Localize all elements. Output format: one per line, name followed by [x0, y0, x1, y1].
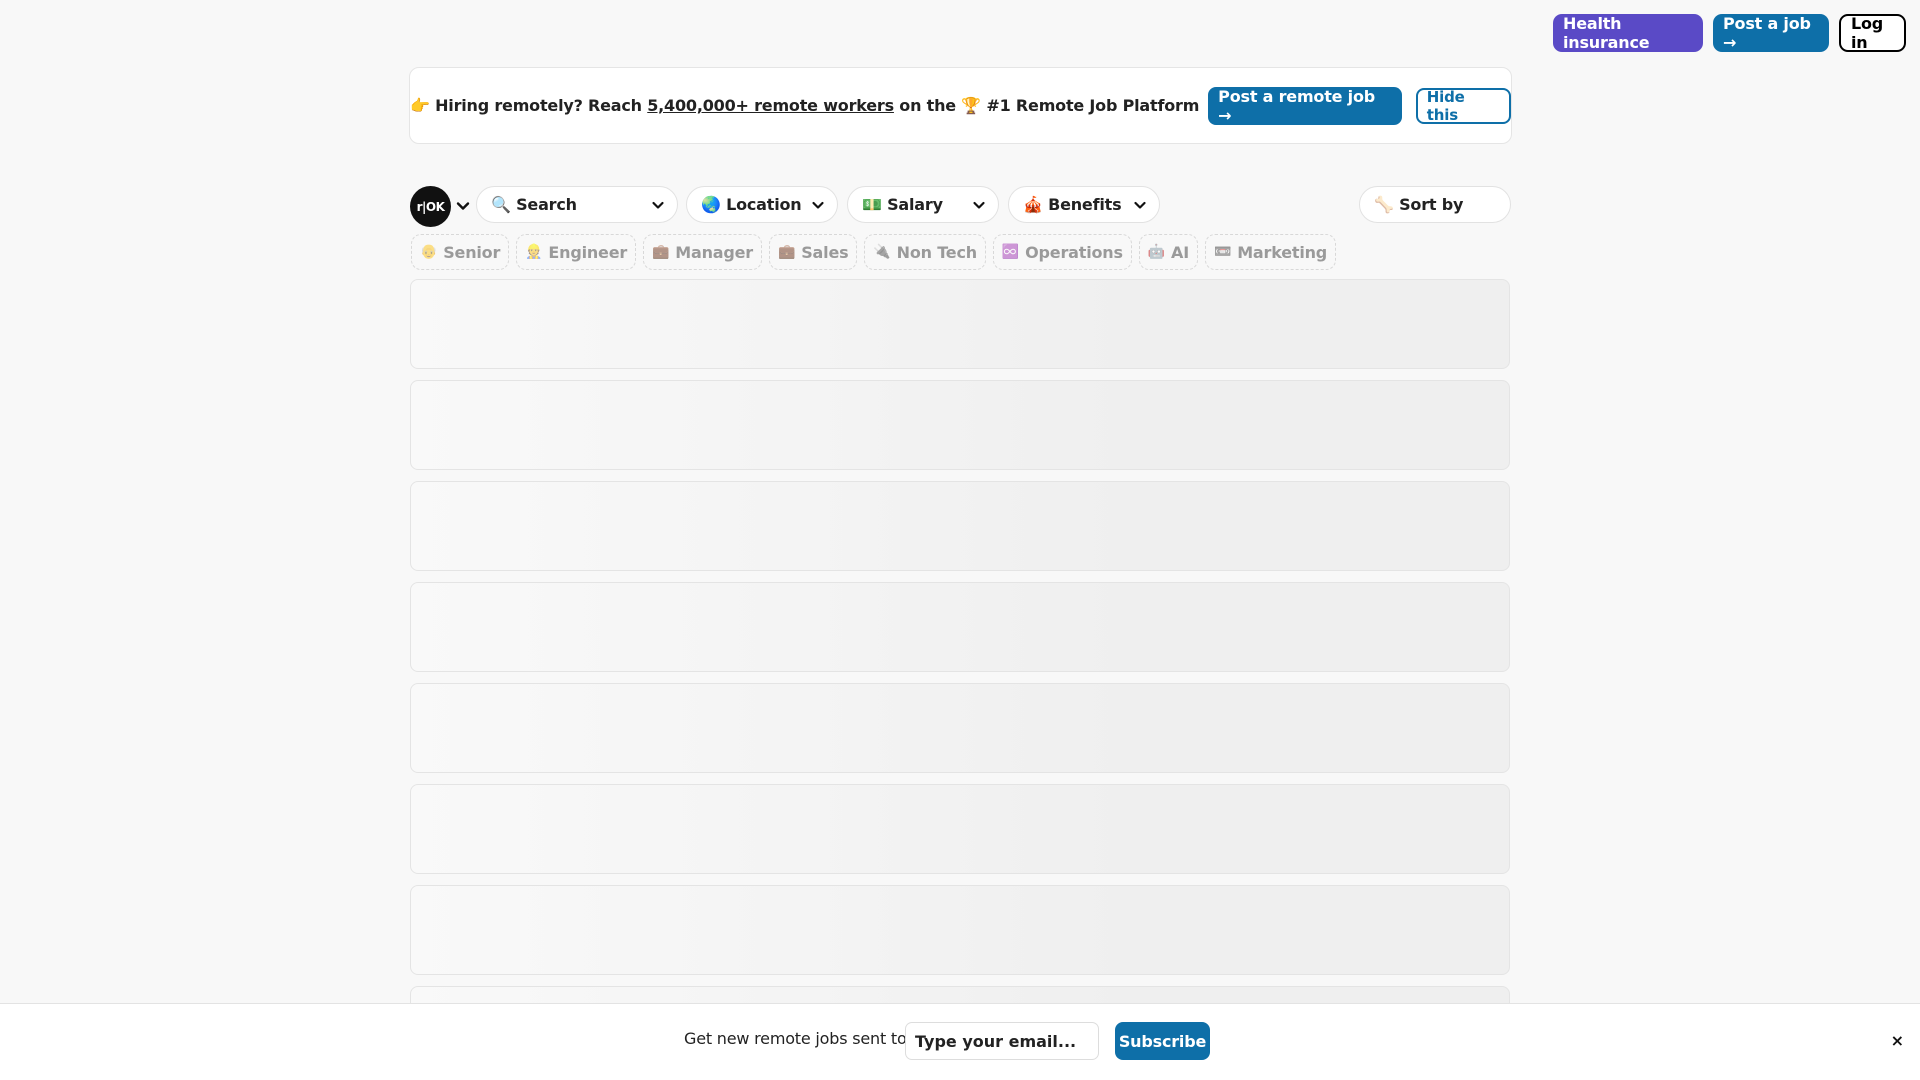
- sort-by-label: 🦴 Sort by: [1374, 195, 1464, 214]
- subscribe-text: Get new remote jobs sent to: [684, 1029, 907, 1048]
- benefits-filter[interactable]: 🎪 Benefits: [1008, 186, 1160, 223]
- benefits-filter-label: 🎪 Benefits: [1023, 195, 1122, 214]
- tag-label: Non Tech: [896, 242, 977, 262]
- salary-filter-label: 💵 Salary: [862, 195, 943, 214]
- banner-workers-link[interactable]: 5,400,000+ remote workers: [647, 96, 894, 115]
- close-icon[interactable]: ×: [1891, 1031, 1904, 1050]
- tag-label: Engineer: [548, 242, 628, 262]
- login-button[interactable]: Log in: [1839, 14, 1906, 52]
- tag-label: Marketing: [1237, 242, 1328, 262]
- videocassette-icon: 📼: [1213, 244, 1232, 260]
- tag-engineer[interactable]: 👷 Engineer: [516, 234, 637, 270]
- robot-icon: 🤖: [1147, 244, 1166, 260]
- post-job-button[interactable]: Post a job →: [1713, 14, 1829, 52]
- location-filter-label: 🌏 Location: [701, 195, 802, 214]
- tag-label: Manager: [675, 242, 753, 262]
- job-row-placeholder[interactable]: [410, 683, 1510, 773]
- engineer-icon: 👷: [525, 244, 543, 260]
- chevron-down-icon: [812, 201, 824, 209]
- banner-prefix: 👉 Hiring remotely? Reach: [410, 96, 648, 115]
- job-row-placeholder[interactable]: [410, 582, 1510, 672]
- chevron-down-icon: [1134, 201, 1146, 209]
- tag-senior[interactable]: 👴 Senior: [411, 234, 510, 270]
- tag-sales[interactable]: 💼 Sales: [769, 234, 858, 270]
- tag-label: Sales: [801, 242, 849, 262]
- chevron-down-icon[interactable]: [455, 198, 471, 214]
- tag-non-tech[interactable]: 🔌 Non Tech: [864, 234, 986, 270]
- search-filter[interactable]: 🔍 Search: [476, 186, 678, 223]
- tag-label: Operations: [1025, 242, 1123, 262]
- banner-suffix: on the 🏆 #1 Remote Job Platform: [893, 96, 1200, 115]
- tag-operations[interactable]: ♾️ Operations: [992, 234, 1132, 270]
- senior-icon: 👴: [420, 244, 438, 260]
- job-row-placeholder[interactable]: [410, 380, 1510, 470]
- subscribe-bar: Get new remote jobs sent to Subscribe ×: [0, 1003, 1920, 1080]
- location-filter[interactable]: 🌏 Location: [686, 186, 838, 223]
- health-insurance-button[interactable]: Health insurance: [1553, 14, 1703, 52]
- sort-by-filter[interactable]: 🦴 Sort by: [1359, 186, 1511, 223]
- tag-label: AI: [1171, 242, 1189, 262]
- tag-manager[interactable]: 💼 Manager: [643, 234, 762, 270]
- tag-marketing[interactable]: 📼 Marketing: [1204, 234, 1337, 270]
- tag-label: Senior: [443, 242, 501, 262]
- tag-list: 👴 Senior 👷 Engineer 💼 Manager 💼 Sales 🔌 Non T…: [411, 234, 1337, 270]
- top-nav: Health insurance Post a job → Log in: [1553, 14, 1906, 52]
- tag-ai[interactable]: 🤖 AI: [1138, 234, 1198, 270]
- chevron-down-icon: [652, 201, 664, 209]
- logo[interactable]: r|OK: [410, 186, 451, 227]
- job-row-placeholder[interactable]: [410, 279, 1510, 369]
- search-filter-label: 🔍 Search: [491, 195, 577, 214]
- briefcase-icon: 💼: [652, 244, 670, 260]
- plug-icon: 🔌: [873, 244, 891, 260]
- chevron-down-icon: [973, 201, 985, 209]
- salary-filter[interactable]: 💵 Salary: [847, 186, 999, 223]
- subscribe-button[interactable]: Subscribe: [1115, 1022, 1210, 1060]
- email-field[interactable]: [905, 1022, 1099, 1060]
- banner-text: 👉 Hiring remotely? Reach 5,400,000+ remo…: [410, 96, 1199, 115]
- job-row-placeholder[interactable]: [410, 481, 1510, 571]
- briefcase-icon: 💼: [778, 244, 796, 260]
- hiring-banner: 👉 Hiring remotely? Reach 5,400,000+ remo…: [409, 67, 1512, 144]
- post-remote-job-button[interactable]: Post a remote job →: [1208, 86, 1402, 125]
- hide-banner-button[interactable]: Hide this: [1415, 87, 1511, 124]
- job-row-placeholder[interactable]: [410, 784, 1510, 874]
- infinity-icon: ♾️: [1001, 244, 1020, 260]
- job-row-placeholder[interactable]: [410, 885, 1510, 975]
